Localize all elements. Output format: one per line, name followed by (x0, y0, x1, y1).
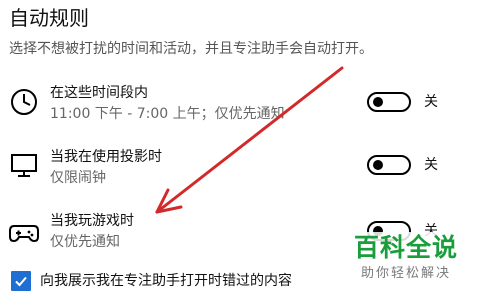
rule-title: 当我玩游戏时 (50, 213, 134, 229)
rule-subtitle: 仅限闹钟 (50, 170, 106, 186)
show-missed-checkbox[interactable] (11, 271, 31, 291)
focus-assist-settings-page: 自动规则 选择不想被打扰的时间和活动，并且专注助手会自动打开。 在这些时间段内 … (0, 0, 481, 296)
toggle-state-label: 关 (424, 94, 438, 110)
checkbox-label: 向我展示我在专注助手打开时错过的内容 (40, 273, 292, 289)
toggle-knob (373, 97, 383, 107)
toggle-knob (373, 160, 383, 170)
rule-subtitle: 11:00 下午 - 7:00 上午；仅优先通知 (50, 106, 285, 122)
rule-title: 当我在使用投影时 (50, 149, 162, 165)
section-description: 选择不想被打扰的时间和活动，并且专注助手会自动打开。 (9, 41, 373, 57)
toggle-state-label: 关 (424, 157, 438, 173)
watermark-main: 百科全说 (353, 233, 458, 262)
watermark-sub: 助你轻松解决 (360, 266, 451, 281)
section-title: 自动规则 (9, 6, 89, 30)
toggle-switch[interactable] (367, 92, 411, 112)
checkmark-icon (15, 276, 27, 287)
clock-icon (8, 86, 40, 118)
watermark: 百科全说 助你轻松解决 (333, 232, 479, 294)
gamepad-icon (8, 216, 40, 248)
monitor-icon (8, 149, 40, 181)
toggle-switch[interactable] (367, 155, 411, 175)
rule-subtitle: 仅优先通知 (50, 234, 120, 250)
rule-title: 在这些时间段内 (50, 85, 148, 101)
